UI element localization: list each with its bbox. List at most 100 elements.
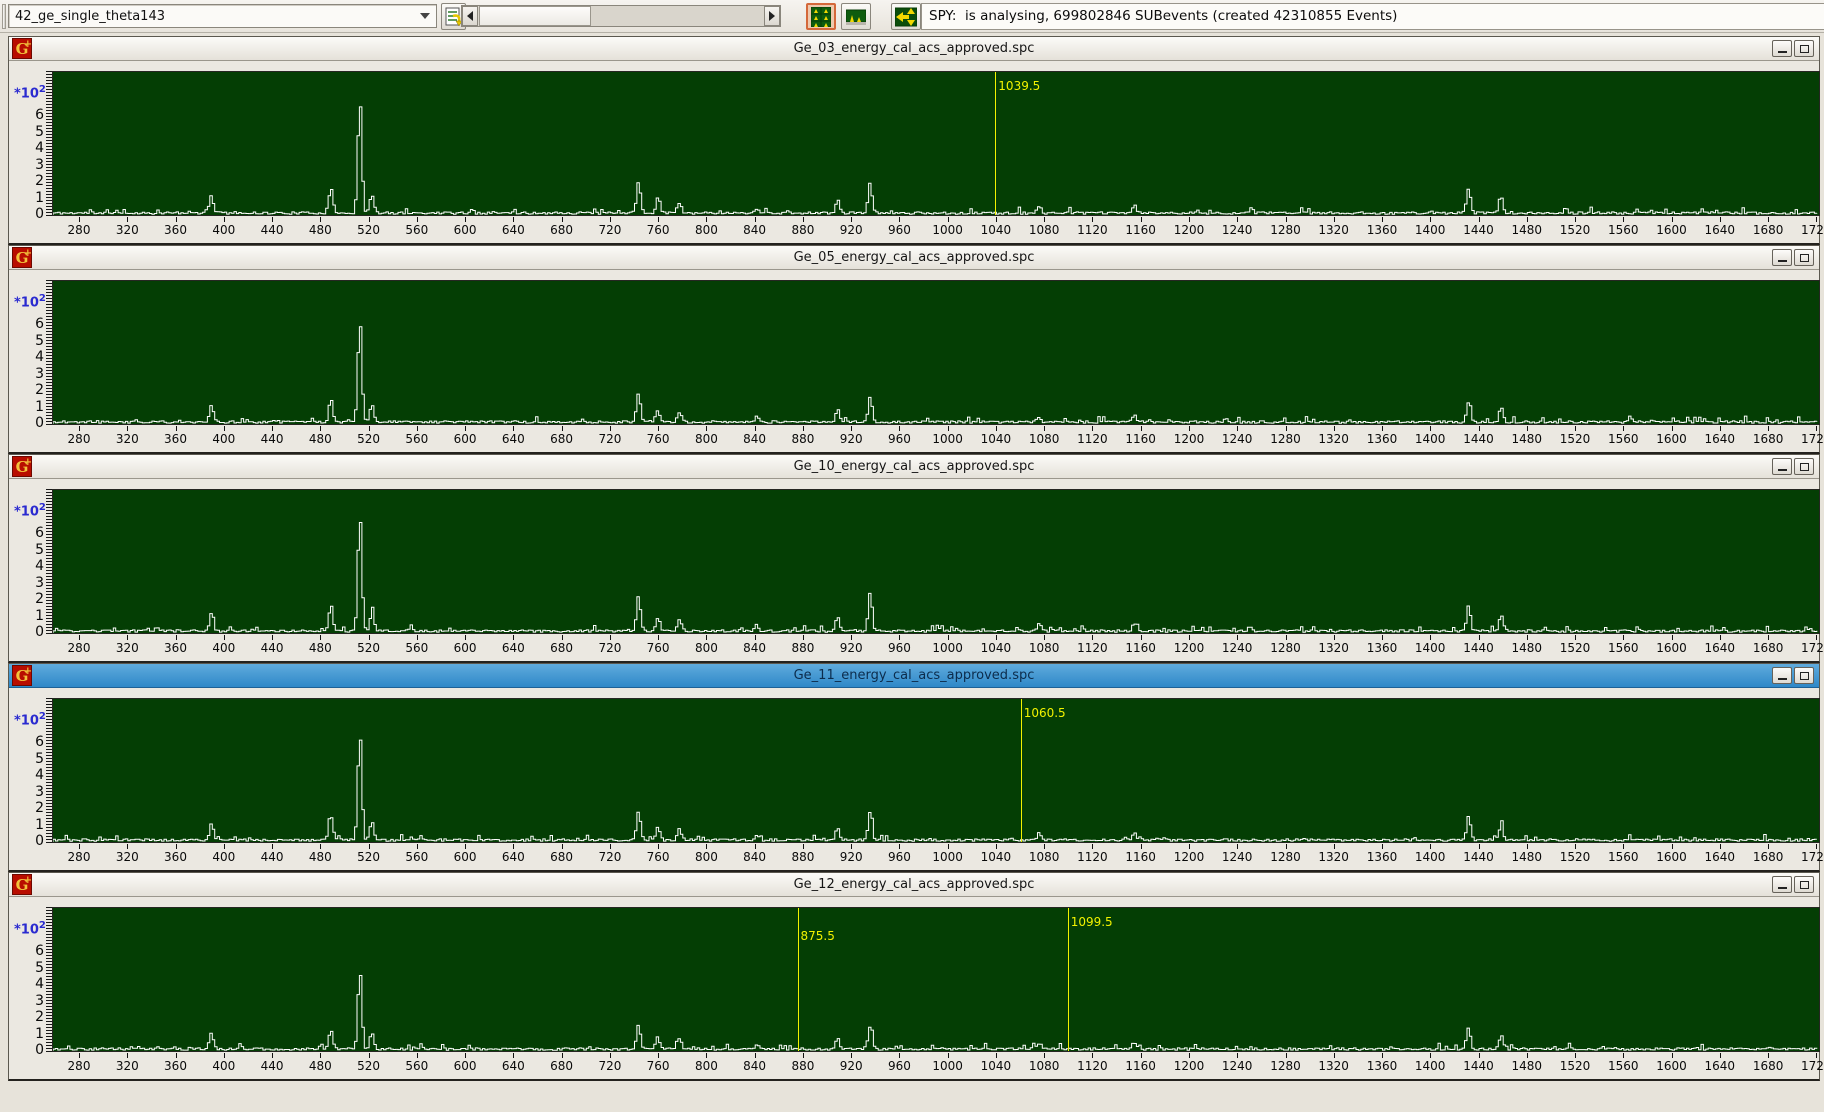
- spectrum-trace: [53, 326, 1818, 424]
- x-axis-tick-label: 880: [791, 432, 815, 446]
- minimize-button[interactable]: [1772, 458, 1792, 475]
- x-axis-tick-label: 600: [453, 223, 477, 237]
- x-axis-tick-label: 1480: [1511, 432, 1543, 446]
- spectrum-window: G + Ge_10_energy_cal_acs_approved.spc *10…: [8, 454, 1824, 663]
- x-axis-tick: [368, 426, 370, 431]
- y-axis-tick-label: 1: [35, 1025, 44, 1042]
- x-axis-tick: [1671, 217, 1673, 222]
- plot-area[interactable]: [52, 907, 1820, 1052]
- window-titlebar[interactable]: G + Ge_03_energy_cal_acs_approved.spc: [9, 37, 1819, 61]
- x-axis-tick-label: 1640: [1704, 1059, 1736, 1073]
- spectrum-selector-dropdown-button[interactable]: [416, 7, 434, 25]
- x-axis-tick-label: 1280: [1270, 850, 1301, 864]
- minimize-icon: [1777, 51, 1787, 53]
- x-axis-tick-label: 960: [887, 223, 911, 237]
- x-axis-tick-label: 1040: [980, 850, 1012, 864]
- x-axis-tick: [175, 217, 177, 222]
- x-axis-tick: [706, 844, 708, 849]
- x-axis-tick-label: 280: [67, 850, 91, 864]
- x-axis-tick: [947, 1053, 949, 1058]
- spectrum-window: G + Ge_03_energy_cal_acs_approved.spc *10…: [8, 36, 1824, 245]
- plot-area[interactable]: [52, 71, 1820, 216]
- maximize-button[interactable]: [1794, 667, 1814, 684]
- maximize-button[interactable]: [1794, 40, 1814, 57]
- swap-spectra-button[interactable]: [891, 3, 921, 30]
- x-axis-tick-label: 1400: [1414, 641, 1446, 655]
- x-axis-tick-label: 1040: [980, 1059, 1012, 1073]
- x-axis-tick: [561, 426, 563, 431]
- x-axis-tick-label: 880: [791, 641, 815, 655]
- x-axis-tick-label: 1720: [1801, 432, 1824, 446]
- x-axis-tick: [899, 217, 901, 222]
- x-axis-tick: [1526, 1053, 1528, 1058]
- x-axis-tick: [175, 426, 177, 431]
- scroll-left-button[interactable]: [462, 6, 478, 26]
- x-axis-tick-label: 1360: [1366, 641, 1398, 655]
- y-axis-tick-label: 5: [35, 959, 44, 976]
- x-axis-tick: [1430, 844, 1432, 849]
- toolbar-grip[interactable]: [2, 4, 6, 29]
- y-axis-tick-label: 0: [35, 624, 44, 640]
- energy-marker-line[interactable]: [797, 908, 799, 1051]
- x-axis-tick-label: 520: [357, 432, 381, 446]
- x-axis-tick-label: 1560: [1608, 850, 1639, 864]
- maximize-button[interactable]: [1794, 249, 1814, 266]
- x-axis-tick: [947, 217, 949, 222]
- x-axis-tick: [995, 1053, 997, 1058]
- x-axis-tick: [658, 426, 660, 431]
- x-axis-tick-label: 1360: [1366, 432, 1398, 446]
- x-axis-tick: [1333, 217, 1335, 222]
- x-axis-tick-label: 1120: [1077, 641, 1108, 655]
- x-axis-tick-label: 680: [550, 1059, 574, 1073]
- window-titlebar[interactable]: G + Ge_11_energy_cal_acs_approved.spc: [9, 664, 1819, 688]
- energy-marker-line[interactable]: [995, 72, 997, 215]
- x-axis-tick-label: 600: [453, 1059, 477, 1073]
- minimize-button[interactable]: [1772, 40, 1792, 57]
- x-axis-tick: [754, 217, 756, 222]
- x-axis-tick: [1816, 844, 1818, 849]
- scroll-right-button[interactable]: [764, 6, 780, 26]
- x-axis-tick-label: 1360: [1366, 850, 1398, 864]
- window-titlebar[interactable]: G + Ge_12_energy_cal_acs_approved.spc: [9, 873, 1819, 897]
- plot-area[interactable]: [52, 489, 1820, 634]
- x-axis-tick-label: 1240: [1221, 1059, 1253, 1073]
- x-axis-tick-label: 1600: [1656, 1059, 1687, 1073]
- x-axis-tick: [561, 217, 563, 222]
- maximize-button[interactable]: [1794, 458, 1814, 475]
- x-axis-tick-label: 720: [598, 641, 622, 655]
- plot-area[interactable]: [52, 280, 1820, 425]
- x-axis-tick-label: 640: [501, 223, 525, 237]
- energy-marker-line[interactable]: [1067, 908, 1069, 1051]
- x-axis-tick: [1189, 844, 1190, 849]
- x-axis-tick-label: 800: [694, 223, 718, 237]
- tile-view-button[interactable]: [806, 3, 836, 30]
- x-axis-tick: [1333, 1053, 1335, 1058]
- y-axis-tick-label: 3: [35, 783, 44, 800]
- spectrum-scrollbar[interactable]: [461, 5, 781, 27]
- x-axis-tick-label: 1440: [1463, 1059, 1494, 1073]
- x-axis-tick-label: 1280: [1270, 223, 1301, 237]
- single-view-button[interactable]: [841, 3, 871, 30]
- x-axis-tick: [706, 1053, 708, 1058]
- window-titlebar[interactable]: G + Ge_05_energy_cal_acs_approved.spc: [9, 246, 1819, 270]
- minimize-button[interactable]: [1772, 249, 1792, 266]
- x-axis-tick-label: 1600: [1656, 223, 1687, 237]
- minimize-button[interactable]: [1772, 876, 1792, 893]
- spectrum-selector[interactable]: 42_ge_single_theta143: [8, 4, 437, 28]
- x-axis-tick-label: 1240: [1221, 432, 1253, 446]
- y-axis-tick-label: 1: [35, 816, 44, 833]
- energy-marker-line[interactable]: [1020, 699, 1022, 842]
- plot-area[interactable]: [52, 698, 1820, 843]
- scrollbar-thumb[interactable]: [479, 6, 591, 26]
- minimize-button[interactable]: [1772, 667, 1792, 684]
- x-axis-tick: [1671, 844, 1673, 849]
- window-titlebar[interactable]: G + Ge_10_energy_cal_acs_approved.spc: [9, 455, 1819, 479]
- x-axis-tick-label: 360: [164, 641, 187, 655]
- x-axis-tick-label: 1240: [1221, 641, 1253, 655]
- x-axis-tick-label: 880: [791, 223, 815, 237]
- x-axis-tick: [223, 217, 225, 222]
- x-axis-tick: [609, 635, 611, 640]
- x-axis-tick: [368, 217, 370, 222]
- x-axis-tick: [802, 1053, 804, 1058]
- maximize-button[interactable]: [1794, 876, 1814, 893]
